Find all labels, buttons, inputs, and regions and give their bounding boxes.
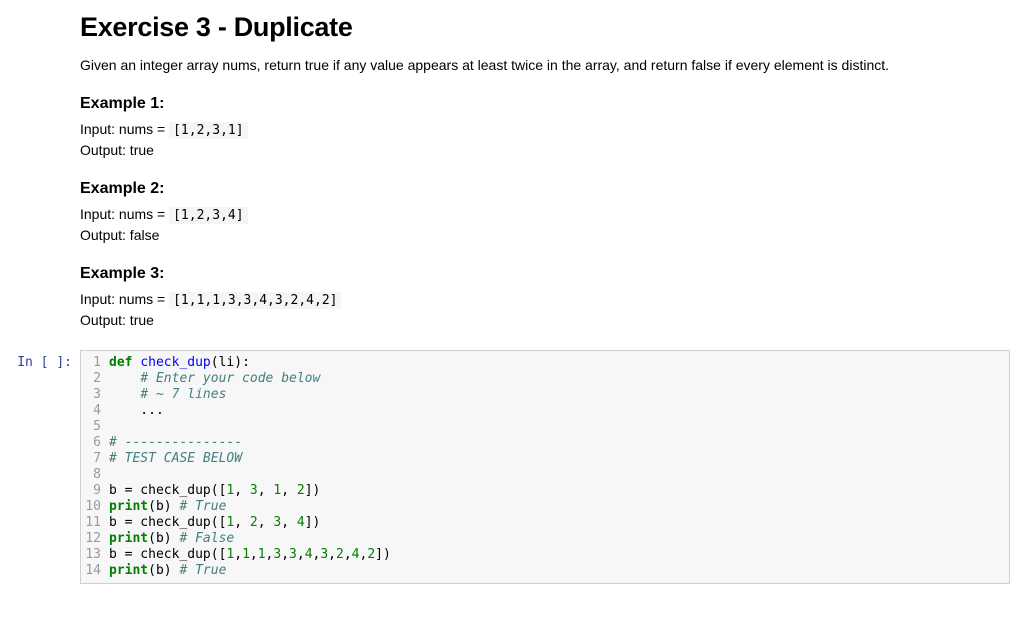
example-input: Input: nums = [1,2,3,1] bbox=[80, 121, 1010, 138]
exercise-description: Given an integer array nums, return true… bbox=[80, 57, 1010, 73]
code-source[interactable]: # TEST CASE BELOW bbox=[109, 451, 1009, 467]
line-number: 13 bbox=[81, 547, 109, 563]
code-line[interactable]: 9b = check_dup([1, 3, 1, 2]) bbox=[81, 483, 1009, 499]
code-line[interactable]: 6# --------------- bbox=[81, 435, 1009, 451]
code-source[interactable] bbox=[109, 467, 1009, 483]
markdown-cell: Exercise 3 - Duplicate Given an integer … bbox=[80, 12, 1010, 328]
example-input: Input: nums = [1,2,3,4] bbox=[80, 206, 1010, 223]
line-number: 2 bbox=[81, 371, 109, 387]
line-number: 10 bbox=[81, 499, 109, 515]
example-input-code: [1,1,1,3,3,4,3,2,4,2] bbox=[169, 292, 341, 309]
code-source[interactable]: print(b) # True bbox=[109, 499, 1009, 515]
code-source[interactable]: # ~ 7 lines bbox=[109, 387, 1009, 403]
line-number: 14 bbox=[81, 563, 109, 579]
notebook-container: Exercise 3 - Duplicate Given an integer … bbox=[0, 0, 1024, 584]
example-output: Output: true bbox=[80, 312, 1010, 328]
code-line[interactable]: 5 bbox=[81, 419, 1009, 435]
exercise-heading: Exercise 3 - Duplicate bbox=[80, 12, 1010, 43]
example-output: Output: true bbox=[80, 142, 1010, 158]
code-line[interactable]: 2 # Enter your code below bbox=[81, 371, 1009, 387]
cell-prompt: In [ ]: bbox=[0, 350, 80, 370]
line-number: 3 bbox=[81, 387, 109, 403]
example-block: Example 1: Input: nums = [1,2,3,1] Outpu… bbox=[80, 95, 1010, 158]
code-line[interactable]: 8 bbox=[81, 467, 1009, 483]
code-source[interactable] bbox=[109, 419, 1009, 435]
line-number: 12 bbox=[81, 531, 109, 547]
code-source[interactable]: ... bbox=[109, 403, 1009, 419]
example-input-code: [1,2,3,1] bbox=[169, 122, 247, 139]
code-line[interactable]: 12print(b) # False bbox=[81, 531, 1009, 547]
code-line[interactable]: 4 ... bbox=[81, 403, 1009, 419]
example-input-code: [1,2,3,4] bbox=[169, 207, 247, 224]
code-line[interactable]: 10print(b) # True bbox=[81, 499, 1009, 515]
code-source[interactable]: # --------------- bbox=[109, 435, 1009, 451]
line-number: 8 bbox=[81, 467, 109, 483]
code-source[interactable]: b = check_dup([1, 3, 1, 2]) bbox=[109, 483, 1009, 499]
code-line[interactable]: 3 # ~ 7 lines bbox=[81, 387, 1009, 403]
code-source[interactable]: b = check_dup([1,1,1,3,3,4,3,2,4,2]) bbox=[109, 547, 1009, 563]
line-number: 6 bbox=[81, 435, 109, 451]
code-line[interactable]: 7# TEST CASE BELOW bbox=[81, 451, 1009, 467]
code-source[interactable]: # Enter your code below bbox=[109, 371, 1009, 387]
example-title: Example 1: bbox=[80, 95, 1010, 113]
line-number: 4 bbox=[81, 403, 109, 419]
example-block: Example 3: Input: nums = [1,1,1,3,3,4,3,… bbox=[80, 265, 1010, 328]
code-source[interactable]: print(b) # True bbox=[109, 563, 1009, 579]
example-title: Example 2: bbox=[80, 180, 1010, 198]
line-number: 1 bbox=[81, 355, 109, 371]
code-line[interactable]: 1def check_dup(li): bbox=[81, 355, 1009, 371]
code-line[interactable]: 11b = check_dup([1, 2, 3, 4]) bbox=[81, 515, 1009, 531]
line-number: 5 bbox=[81, 419, 109, 435]
example-title: Example 3: bbox=[80, 265, 1010, 283]
line-number: 9 bbox=[81, 483, 109, 499]
example-block: Example 2: Input: nums = [1,2,3,4] Outpu… bbox=[80, 180, 1010, 243]
line-number: 11 bbox=[81, 515, 109, 531]
line-number: 7 bbox=[81, 451, 109, 467]
code-source[interactable]: def check_dup(li): bbox=[109, 355, 1009, 371]
code-source[interactable]: b = check_dup([1, 2, 3, 4]) bbox=[109, 515, 1009, 531]
code-input-area[interactable]: 1def check_dup(li):2 # Enter your code b… bbox=[80, 350, 1010, 584]
code-line[interactable]: 13b = check_dup([1,1,1,3,3,4,3,2,4,2]) bbox=[81, 547, 1009, 563]
code-cell: In [ ]: 1def check_dup(li):2 # Enter you… bbox=[0, 350, 1024, 584]
code-source[interactable]: print(b) # False bbox=[109, 531, 1009, 547]
example-output: Output: false bbox=[80, 227, 1010, 243]
example-input: Input: nums = [1,1,1,3,3,4,3,2,4,2] bbox=[80, 291, 1010, 308]
code-line[interactable]: 14print(b) # True bbox=[81, 563, 1009, 579]
